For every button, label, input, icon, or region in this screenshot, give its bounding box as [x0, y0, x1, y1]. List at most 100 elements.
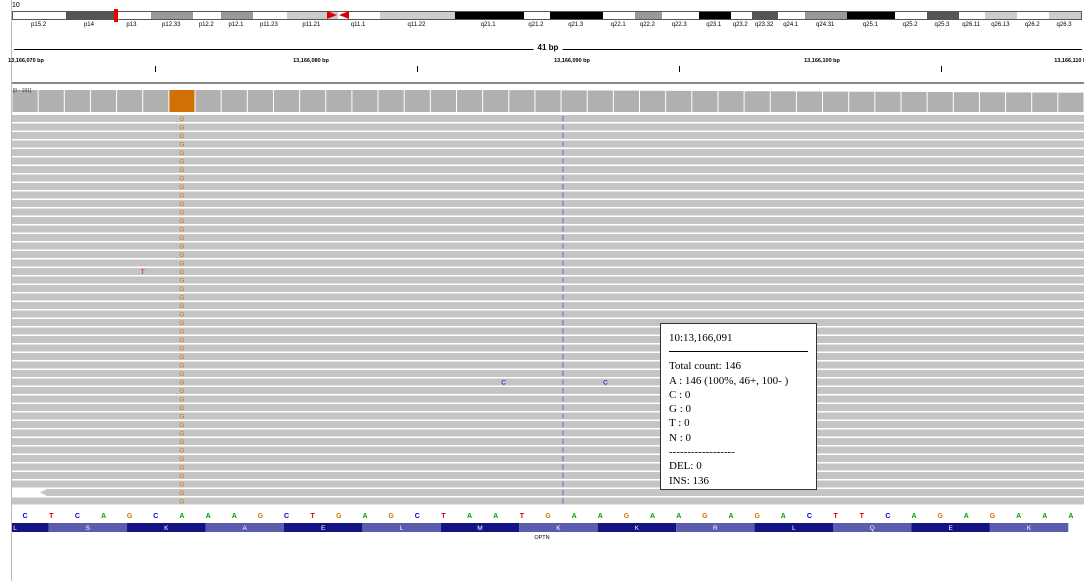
- read[interactable]: [12, 319, 1084, 326]
- read[interactable]: [12, 115, 1084, 122]
- coverage-bar[interactable]: [247, 90, 273, 112]
- coverage-bar[interactable]: [901, 91, 927, 112]
- read[interactable]: [12, 140, 1084, 148]
- read[interactable]: [12, 285, 1084, 292]
- insertion-marker[interactable]: I: [562, 201, 564, 208]
- read[interactable]: [12, 234, 1084, 241]
- read[interactable]: [12, 157, 1084, 165]
- coverage-bar[interactable]: [195, 90, 221, 112]
- ideogram-band[interactable]: [193, 12, 222, 19]
- ideogram-band[interactable]: [1049, 12, 1081, 19]
- insertion-marker[interactable]: I: [562, 405, 564, 412]
- read[interactable]: [12, 480, 1084, 488]
- read[interactable]: [12, 327, 1084, 335]
- coverage-bar[interactable]: [221, 90, 247, 112]
- amino-acid-block[interactable]: [0, 523, 49, 532]
- read[interactable]: [12, 353, 1084, 360]
- coverage-bar[interactable]: [823, 91, 849, 112]
- ideogram-band[interactable]: [895, 12, 928, 19]
- insertion-marker[interactable]: I: [562, 422, 564, 429]
- insertion-marker[interactable]: I: [562, 388, 564, 395]
- ideogram-band[interactable]: [927, 12, 959, 19]
- ideogram-band[interactable]: [523, 12, 551, 19]
- chromosome-ideogram-panel[interactable]: 10 p15.2 p14 p13 p12.33 p12.2 p12.1 p11.23 p11.…: [0, 0, 1084, 32]
- read[interactable]: [12, 395, 1084, 403]
- coverage-bar[interactable]: [875, 91, 901, 112]
- coverage-bar[interactable]: [927, 92, 953, 112]
- insertion-marker[interactable]: I: [562, 210, 564, 217]
- insertion-marker[interactable]: I: [562, 286, 564, 293]
- coverage-bar[interactable]: [692, 90, 718, 112]
- read[interactable]: [12, 251, 1084, 258]
- coverage-bar[interactable]: [509, 90, 535, 112]
- coverage-bar[interactable]: [143, 90, 169, 112]
- insertion-marker[interactable]: I: [562, 303, 564, 310]
- alignment-reads[interactable]: G I G I G I G I G I G I G I G I G I G I G I G I G I G I G I G I G I G I G I G I…: [12, 114, 1084, 506]
- read[interactable]: [12, 446, 1084, 454]
- insertion-marker[interactable]: I: [562, 261, 564, 268]
- read[interactable]: [12, 302, 1084, 309]
- insertion-marker[interactable]: I: [562, 329, 564, 336]
- coverage-bar[interactable]: [352, 90, 378, 112]
- insertion-marker[interactable]: I: [562, 465, 564, 472]
- insertion-marker[interactable]: I: [562, 320, 564, 327]
- read[interactable]: [12, 293, 1084, 301]
- insertion-marker[interactable]: I: [562, 354, 564, 361]
- translation-track[interactable]: LSKAELMKKRLQEK: [0, 519, 1084, 532]
- insertion-marker[interactable]: I: [562, 295, 564, 302]
- coverage-bar[interactable]: [979, 92, 1006, 112]
- insertion-marker[interactable]: I: [562, 490, 564, 497]
- coverage-bar[interactable]: [430, 90, 456, 112]
- coverage-bar[interactable]: [483, 90, 509, 112]
- coverage-bar[interactable]: [1032, 92, 1058, 112]
- coverage-bar[interactable]: [404, 90, 430, 112]
- read[interactable]: [12, 336, 1084, 343]
- coverage-bar[interactable]: [796, 91, 823, 112]
- coverage-bar[interactable]: [326, 90, 352, 112]
- read[interactable]: [12, 455, 1084, 462]
- ideogram-band[interactable]: [1017, 12, 1050, 19]
- ideogram-band[interactable]: [698, 12, 731, 19]
- coverage-track[interactable]: [0 - 191]: [12, 88, 1084, 112]
- insertion-marker[interactable]: I: [562, 346, 564, 353]
- insertion-marker[interactable]: I: [562, 337, 564, 344]
- read[interactable]: [12, 370, 1084, 377]
- insertion-marker[interactable]: I: [562, 439, 564, 446]
- insertion-marker[interactable]: I: [562, 252, 564, 259]
- coverage-bar[interactable]: [1006, 92, 1032, 112]
- insertion-marker[interactable]: I: [562, 184, 564, 191]
- insertion-marker[interactable]: I: [562, 397, 564, 404]
- chromosome-ideogram[interactable]: [12, 11, 1082, 20]
- coverage-bar[interactable]: [849, 91, 875, 112]
- coverage-bar[interactable]: [666, 90, 692, 112]
- read[interactable]: [12, 242, 1084, 250]
- ideogram-band[interactable]: [550, 12, 604, 19]
- read[interactable]: [12, 208, 1084, 216]
- read[interactable]: [12, 344, 1084, 352]
- track-divider[interactable]: [12, 82, 1084, 84]
- insertion-marker[interactable]: I: [562, 176, 564, 183]
- coverage-bar[interactable]: [744, 91, 770, 112]
- read[interactable]: [12, 421, 1084, 428]
- coverage-bar[interactable]: [378, 90, 404, 112]
- coverage-bar[interactable]: [90, 90, 117, 112]
- read[interactable]: [12, 200, 1084, 207]
- coverage-bar[interactable]: [718, 91, 744, 112]
- read[interactable]: [12, 191, 1084, 199]
- coverage-bar[interactable]: [117, 90, 143, 112]
- coverage-bar[interactable]: [535, 90, 561, 112]
- coverage-bar[interactable]: [273, 90, 300, 112]
- read[interactable]: [12, 438, 1084, 445]
- insertion-marker[interactable]: I: [562, 380, 564, 387]
- insertion-marker[interactable]: I: [562, 244, 564, 251]
- read[interactable]: [12, 497, 1084, 505]
- ideogram-band[interactable]: [66, 12, 114, 19]
- read[interactable]: [12, 225, 1084, 233]
- insertion-marker[interactable]: I: [562, 125, 564, 132]
- ideogram-band[interactable]: [985, 12, 1018, 19]
- read[interactable]: [12, 123, 1084, 131]
- insertion-marker[interactable]: I: [562, 150, 564, 157]
- read[interactable]: [12, 259, 1084, 267]
- coverage-bar[interactable]: [64, 90, 90, 112]
- read[interactable]: [12, 378, 1084, 386]
